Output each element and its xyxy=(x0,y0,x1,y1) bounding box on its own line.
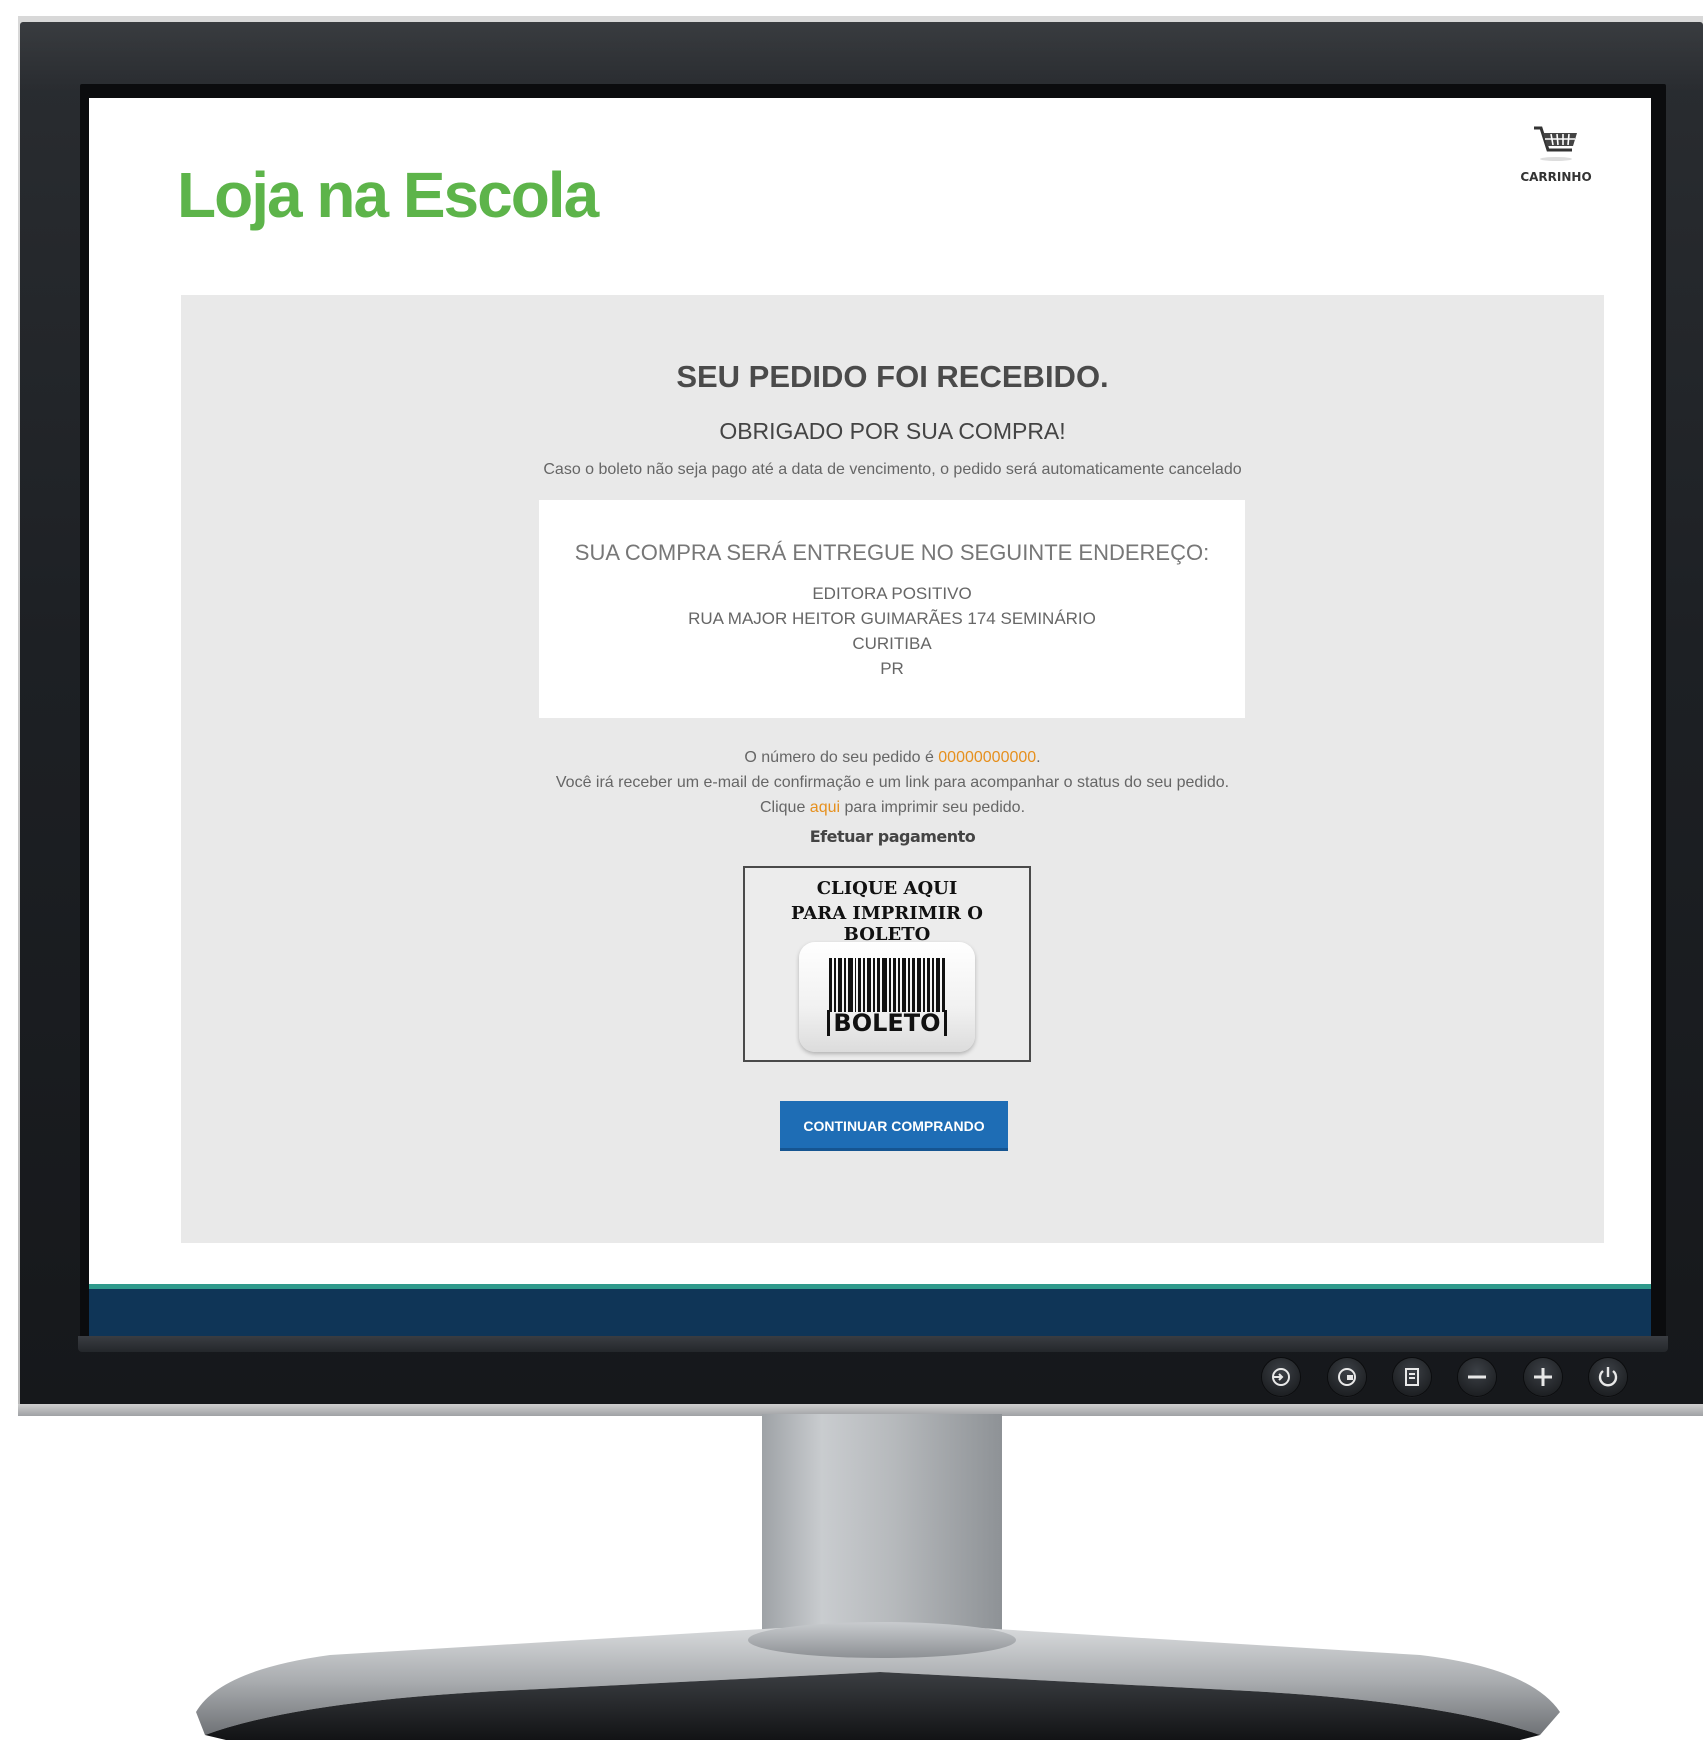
print-order-line: Clique aqui para imprimir seu pedido. xyxy=(181,799,1604,817)
monitor-mockup: Loja na Escola CARRINHO SEU PEDIDO FOI R… xyxy=(0,0,1703,1740)
monitor-select-button[interactable] xyxy=(1393,1358,1431,1396)
email-notice: Você irá receber um e-mail de confirmaçã… xyxy=(555,774,1230,791)
address-line: CURITIBA xyxy=(852,634,932,653)
address-heading: SUA COMPRA SERÁ ENTREGUE NO SEGUINTE END… xyxy=(574,540,1210,565)
print-boleto-button[interactable]: CLIQUE AQUI PARA IMPRIMIR O BOLETO BOLET… xyxy=(743,866,1031,1062)
input-icon xyxy=(1272,1368,1290,1386)
shopping-cart-icon xyxy=(1534,126,1577,161)
order-number-suffix: . xyxy=(1036,749,1041,766)
cart-label: CARRINHO xyxy=(1520,170,1592,184)
monitor-stand-neck xyxy=(762,1414,1002,1636)
order-number-line: O número do seu pedido é 00000000000. xyxy=(181,749,1604,767)
cancellation-notice: Caso o boleto não seja pago até a data d… xyxy=(543,461,1242,478)
boleto-icon-button[interactable]: BOLETO xyxy=(799,942,975,1052)
order-confirmation-panel: SEU PEDIDO FOI RECEBIDO. OBRIGADO POR SU… xyxy=(181,295,1604,1243)
screen-bottom-lip xyxy=(78,1336,1668,1352)
monitor-menu-button[interactable] xyxy=(1328,1358,1366,1396)
address-line: PR xyxy=(880,659,904,678)
address-line: RUA MAJOR HEITOR GUIMARÃES 174 SEMINÁRIO xyxy=(688,609,1096,628)
boleto-label: BOLETO xyxy=(827,1010,947,1036)
monitor-minus-button[interactable] xyxy=(1458,1358,1496,1396)
boleto-instruction-line2: PARA IMPRIMIR O BOLETO xyxy=(791,903,983,945)
order-number-prefix: O número do seu pedido é xyxy=(744,749,939,766)
cart-button[interactable]: CARRINHO xyxy=(1511,124,1601,184)
continue-shopping-button[interactable]: CONTINUAR COMPRANDO xyxy=(780,1101,1008,1151)
print-suffix: para imprimir seu pedido. xyxy=(840,799,1026,816)
power-icon xyxy=(1598,1367,1618,1387)
confirmation-title: SEU PEDIDO FOI RECEBIDO. xyxy=(676,359,1109,394)
menu-icon xyxy=(1338,1368,1356,1386)
barcode-icon xyxy=(829,958,945,1012)
plus-icon xyxy=(1534,1368,1552,1386)
payment-label: Efetuar pagamento xyxy=(809,827,976,846)
monitor-stand-collar xyxy=(748,1622,1016,1658)
monitor-power-button[interactable] xyxy=(1589,1358,1627,1396)
select-icon xyxy=(1405,1368,1419,1386)
site-footer xyxy=(89,1289,1651,1336)
monitor-input-button[interactable] xyxy=(1262,1358,1300,1396)
print-order-link[interactable]: aqui xyxy=(810,799,840,816)
boleto-instruction-line1: CLIQUE AQUI xyxy=(816,878,958,899)
order-number[interactable]: 00000000000 xyxy=(938,749,1036,766)
address-line: EDITORA POSITIVO xyxy=(812,584,972,603)
delivery-address-box: SUA COMPRA SERÁ ENTREGUE NO SEGUINTE END… xyxy=(539,500,1245,718)
minus-icon xyxy=(1468,1375,1486,1379)
browser-screen: Loja na Escola CARRINHO SEU PEDIDO FOI R… xyxy=(89,98,1651,1336)
monitor-plus-button[interactable] xyxy=(1524,1358,1562,1396)
print-prefix: Clique xyxy=(759,799,810,816)
monitor-bezel-highlight xyxy=(20,22,1703,92)
site-logo[interactable]: Loja na Escola xyxy=(177,158,599,232)
confirmation-subtitle: OBRIGADO POR SUA COMPRA! xyxy=(719,418,1066,444)
